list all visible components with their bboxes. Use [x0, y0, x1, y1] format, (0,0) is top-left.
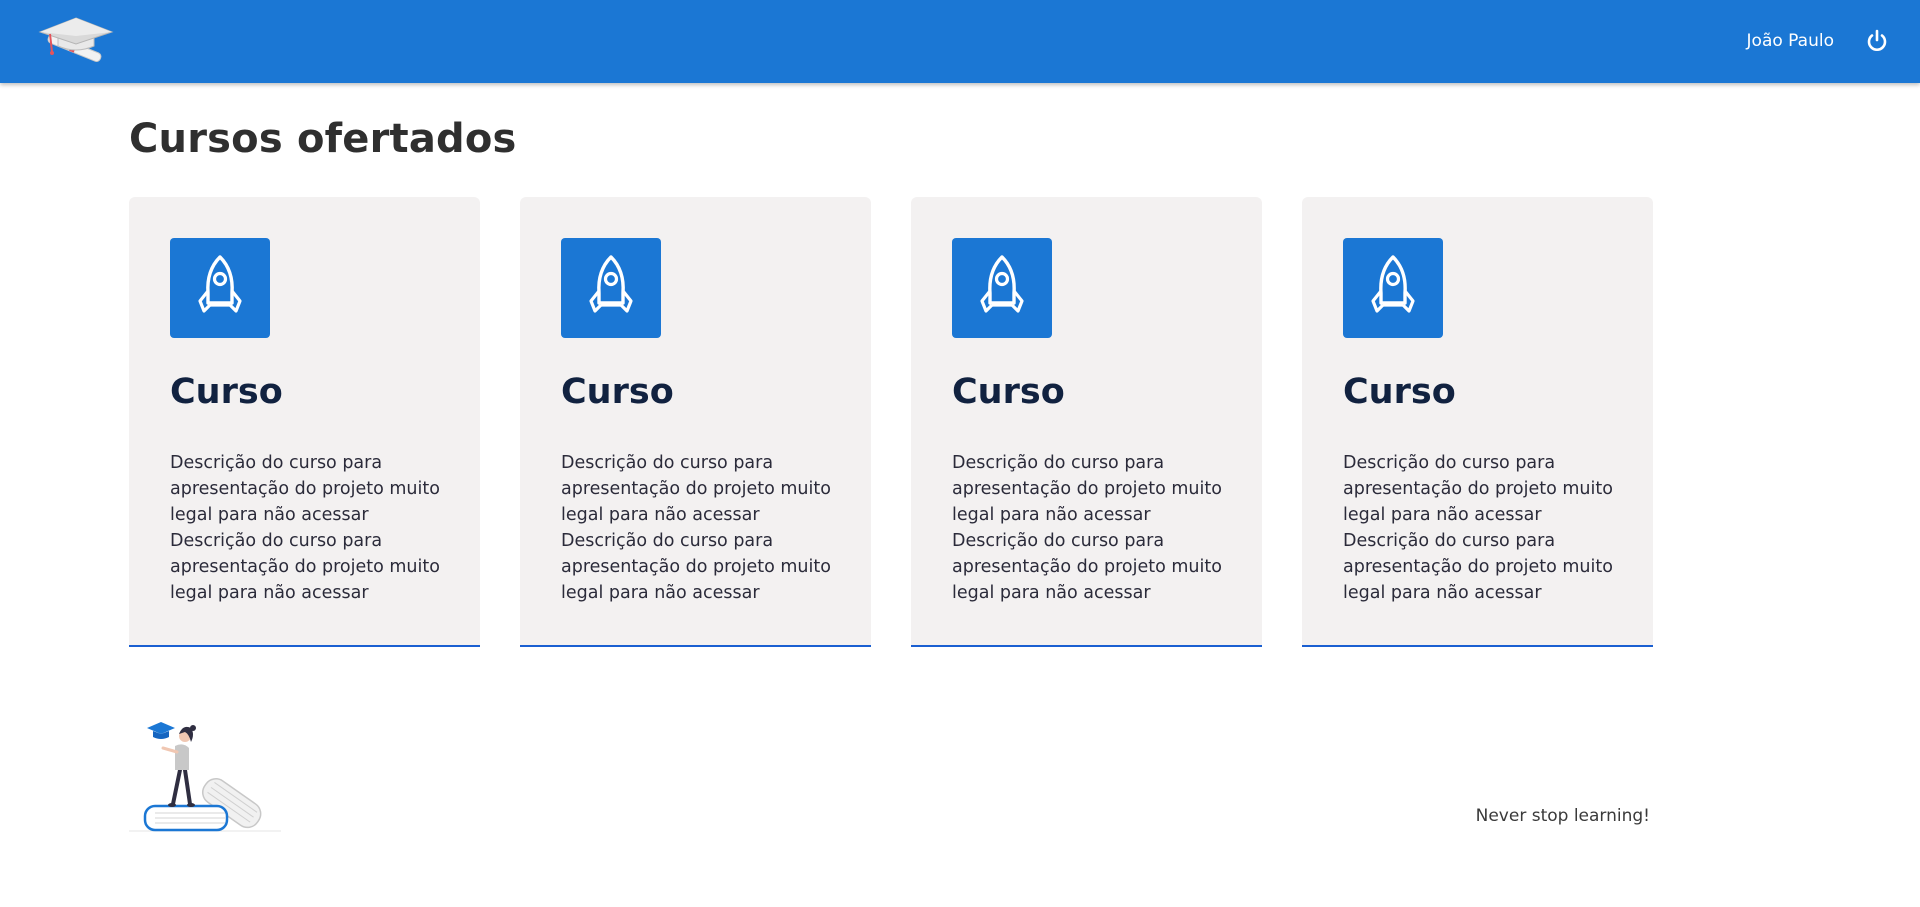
rocket-icon — [1343, 238, 1443, 338]
course-card[interactable]: Curso Descrição do curso para apresentaç… — [911, 197, 1262, 647]
course-title: Curso — [170, 372, 283, 412]
course-description: Descrição do curso para apresentação do … — [1343, 453, 1613, 603]
top-navbar: João Paulo — [0, 0, 1920, 83]
graduation-cap-icon[interactable] — [38, 14, 114, 64]
rocket-icon — [170, 238, 270, 338]
course-list: Curso Descrição do curso para apresentaç… — [129, 197, 1653, 647]
course-title: Curso — [952, 372, 1065, 412]
rocket-icon — [561, 238, 661, 338]
course-description: Descrição do curso para apresentação do … — [952, 453, 1222, 603]
power-icon[interactable] — [1864, 28, 1890, 54]
course-title: Curso — [561, 372, 674, 412]
course-card[interactable]: Curso Descrição do curso para apresentaç… — [520, 197, 871, 647]
course-card[interactable]: Curso Descrição do curso para apresentaç… — [1302, 197, 1653, 647]
user-name[interactable]: João Paulo — [1747, 29, 1834, 53]
page-title: Cursos ofertados — [129, 116, 517, 162]
student-on-books-illustration — [129, 718, 281, 832]
course-description: Descrição do curso para apresentação do … — [170, 453, 440, 603]
footer-tagline: Never stop learning! — [1475, 806, 1650, 826]
course-card[interactable]: Curso Descrição do curso para apresentaç… — [129, 197, 480, 647]
rocket-icon — [952, 238, 1052, 338]
course-description: Descrição do curso para apresentação do … — [561, 453, 831, 603]
course-title: Curso — [1343, 372, 1456, 412]
